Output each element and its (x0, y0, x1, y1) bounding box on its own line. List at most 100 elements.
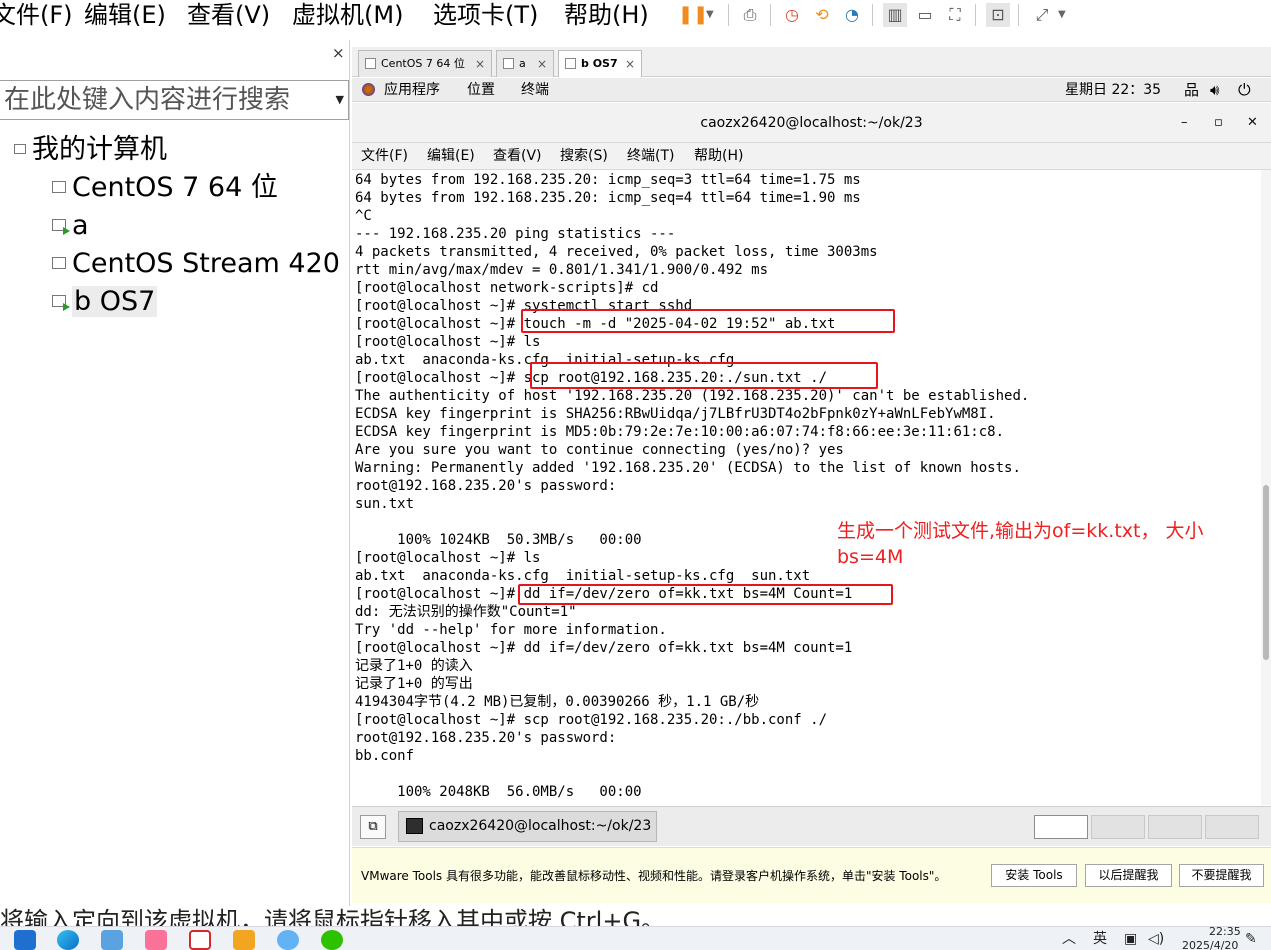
gnome-places-menu[interactable]: 位置 (467, 78, 495, 102)
tree-item-label: CentOS 7 64 位 (72, 172, 278, 203)
vm-tab-icon (365, 58, 376, 69)
tree-item-centos-stream[interactable]: CentOS Stream 420 (52, 246, 340, 282)
menu-help[interactable]: 帮助(H) (564, 0, 649, 30)
terminal-scrollbar[interactable] (1261, 170, 1271, 805)
scrollbar-thumb[interactable] (1263, 485, 1269, 660)
taskbar-date[interactable]: 2025/4/20 (1182, 939, 1238, 950)
tree-item-a[interactable]: a (52, 208, 89, 244)
gnome-clock[interactable]: 星期日 22：35 (1065, 78, 1161, 102)
tab-b-os7[interactable]: b OS7 × (558, 50, 642, 77)
windows-start-icon[interactable] (14, 930, 36, 950)
library-search-box[interactable]: ▼ (0, 80, 349, 120)
tab-close-icon[interactable]: × (475, 51, 485, 77)
host-status-bar: 将输入定向到该虚拟机，请将鼠标指针移入其中或按 Ctrl+G。 (0, 906, 1271, 928)
workspace-3[interactable] (1148, 815, 1202, 839)
taskbar-time[interactable]: 22:35 (1209, 925, 1241, 938)
toolbar-separator (975, 4, 976, 26)
tree-item-label: CentOS Stream 420 (72, 248, 340, 279)
fullscreen-icon[interactable]: ⛶ (943, 3, 967, 27)
volume-tray-icon[interactable]: ◁) (1148, 930, 1164, 948)
search-dropdown-icon[interactable]: ▼ (336, 93, 344, 106)
tab-close-icon[interactable]: × (537, 51, 547, 77)
toolbar-separator (1018, 4, 1019, 26)
cloud-app-icon[interactable] (277, 930, 299, 950)
pause-dropdown-icon[interactable]: ▼ (706, 3, 714, 27)
send-ctrl-alt-del-icon[interactable]: ⎙ (738, 3, 762, 27)
tab-centos7[interactable]: CentOS 7 64 位 × (358, 50, 492, 77)
terminal-menu-help[interactable]: 帮助(H) (694, 143, 743, 170)
stretch-icon[interactable]: ⤢ (1030, 3, 1054, 27)
vmware-menubar: 文件(F) 编辑(E) 查看(V) 虚拟机(M) 选项卡(T) 帮助(H) ❚❚… (0, 0, 1271, 30)
workspace-4[interactable] (1205, 815, 1259, 839)
power-icon[interactable]: ⏻ (1238, 78, 1251, 102)
remind-later-button[interactable]: 以后提醒我 (1085, 864, 1172, 887)
gnome-top-bar: 应用程序 位置 终端 星期日 22：35 品 🔊︎ ⏻ (352, 78, 1271, 102)
terminal-menu-terminal[interactable]: 终端(T) (627, 143, 674, 170)
terminal-icon (406, 818, 423, 834)
menu-vm[interactable]: 虚拟机(M) (292, 0, 403, 30)
tray-expand-icon[interactable]: ︿ (1062, 930, 1076, 948)
host-status-text: 将输入定向到该虚拟机，请将鼠标指针移入其中或按 Ctrl+G。 (0, 907, 666, 928)
network-tray-icon[interactable]: ▣ (1124, 930, 1137, 948)
console-icon[interactable]: ⊡ (986, 3, 1010, 27)
workspace-2[interactable] (1091, 815, 1145, 839)
network-icon[interactable]: 品 (1184, 78, 1199, 102)
maximize-icon[interactable]: ▫ (1214, 103, 1223, 143)
vm-tab-icon (565, 58, 576, 69)
minimize-icon[interactable]: – (1181, 103, 1188, 143)
highlight-dd-command (518, 584, 893, 605)
gnome-applications-menu[interactable]: 应用程序 (384, 78, 440, 102)
screenshot-app-icon[interactable] (233, 930, 255, 950)
stretch-dropdown-icon[interactable]: ▼ (1058, 3, 1066, 27)
notification-icon[interactable]: ✎ (1245, 930, 1257, 948)
guest-taskbar: ⧉ caozx26420@localhost:~/ok/23 (352, 806, 1271, 846)
never-remind-button[interactable]: 不要提醒我 (1179, 864, 1264, 887)
revert-snapshot-icon[interactable]: ⟲ (810, 3, 834, 27)
vm-running-icon (52, 294, 70, 311)
tab-close-icon[interactable]: × (625, 51, 635, 77)
normal-view-icon[interactable]: ▭ (913, 3, 937, 27)
menu-file[interactable]: 文件(F) (0, 0, 73, 30)
tab-a[interactable]: a × (496, 50, 554, 77)
install-tools-button[interactable]: 安装 Tools (991, 864, 1077, 887)
tree-item-label: b OS7 (72, 286, 158, 317)
photos-icon[interactable] (101, 930, 123, 950)
toolbar-separator (872, 4, 873, 26)
volume-icon[interactable]: 🔊︎ (1210, 78, 1219, 102)
bilibili-icon[interactable] (145, 930, 167, 950)
close-icon[interactable]: ✕ (1247, 103, 1258, 143)
tree-item-centos7[interactable]: CentOS 7 64 位 (52, 170, 278, 206)
menu-tabs[interactable]: 选项卡(T) (433, 0, 538, 30)
tools-notice-message: VMware Tools 具有很多功能，能改善鼠标移动性、视频和性能。请登录客户… (361, 869, 947, 883)
library-search-input[interactable] (4, 85, 324, 115)
terminal-menu-search[interactable]: 搜索(S) (560, 143, 608, 170)
wechat-icon[interactable] (321, 930, 343, 950)
wps-icon[interactable] (189, 930, 211, 950)
terminal-menu-view[interactable]: 查看(V) (493, 143, 542, 170)
menu-view[interactable]: 查看(V) (187, 0, 270, 30)
toolbar-separator (728, 4, 729, 26)
terminal-menu-edit[interactable]: 编辑(E) (427, 143, 475, 170)
snapshot-icon[interactable]: ◷ (780, 3, 804, 27)
edge-icon[interactable] (57, 930, 79, 950)
taskbar-terminal-item[interactable]: caozx26420@localhost:~/ok/23 (398, 811, 657, 842)
show-desktop-icon[interactable]: ⧉ (360, 815, 386, 839)
taskbar-terminal-label: caozx26420@localhost:~/ok/23 (429, 818, 652, 834)
terminal-titlebar: caozx26420@localhost:~/ok/23 – ▫ ✕ (352, 103, 1271, 143)
vm-icon (52, 180, 66, 193)
workspace-1[interactable] (1034, 815, 1088, 839)
menu-edit[interactable]: 编辑(E) (84, 0, 166, 30)
tab-label: a (519, 57, 526, 70)
tree-item-b-os7[interactable]: b OS7 (52, 284, 158, 320)
pause-icon[interactable]: ❚❚ (678, 3, 708, 27)
gnome-terminal-menu[interactable]: 终端 (521, 78, 549, 102)
terminal-text: 64 bytes from 192.168.235.20: icmp_seq=3… (355, 172, 1030, 800)
snapshot-manager-icon[interactable]: ◔ (840, 3, 864, 27)
ime-indicator[interactable]: 英 (1093, 930, 1107, 948)
terminal-menu-file[interactable]: 文件(F) (361, 143, 408, 170)
library-view-icon[interactable]: ▥ (883, 3, 907, 27)
library-close-icon[interactable]: × (332, 44, 345, 62)
tree-root-my-computer[interactable]: 我的计算机 (14, 132, 167, 168)
terminal-output[interactable]: 64 bytes from 192.168.235.20: icmp_seq=3… (352, 170, 1261, 805)
vm-running-icon (52, 218, 70, 235)
